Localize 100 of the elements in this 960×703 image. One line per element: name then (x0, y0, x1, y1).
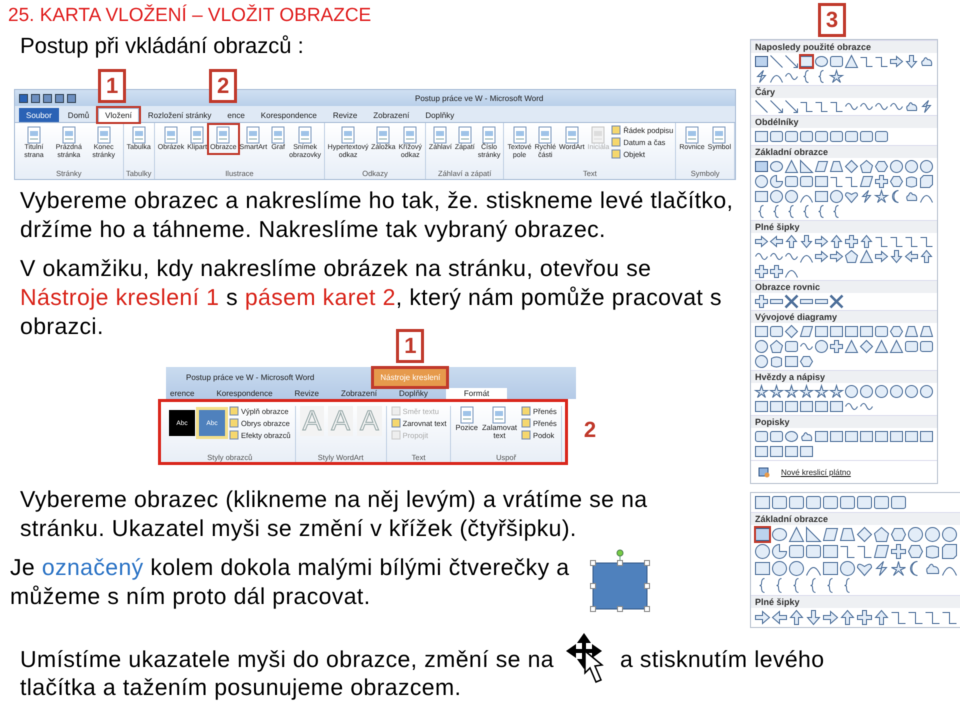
shape-icon[interactable] (875, 131, 888, 142)
shape-icon[interactable] (800, 356, 814, 367)
shape-icon[interactable] (815, 235, 828, 248)
shape-icon[interactable] (920, 431, 933, 442)
shape-icon[interactable] (772, 610, 787, 625)
shape-icon[interactable] (906, 102, 918, 111)
shape-icon[interactable] (785, 73, 798, 80)
shape-icon[interactable] (800, 255, 813, 263)
shape-icon[interactable] (754, 384, 770, 398)
shape-icon[interactable] (891, 561, 906, 576)
shape-icon[interactable] (892, 190, 899, 203)
ribbon-tab[interactable]: Doplňky (418, 108, 462, 122)
shape-icon[interactable] (830, 431, 843, 442)
shape-icon[interactable] (806, 610, 821, 626)
shape-icon[interactable] (755, 191, 768, 202)
shape-icon[interactable] (845, 131, 858, 142)
shape-icon[interactable] (874, 161, 888, 172)
shape-icon[interactable] (875, 175, 888, 188)
ribbon-tab[interactable]: Formát (446, 388, 508, 399)
shape-icon[interactable] (874, 339, 888, 353)
shape-icon[interactable] (789, 496, 804, 509)
shape-icon[interactable] (828, 68, 844, 83)
shape-icon[interactable] (905, 55, 918, 68)
ribbon-tab[interactable]: Soubor (19, 108, 59, 122)
shape-icon[interactable] (857, 610, 872, 625)
shape-icon[interactable] (755, 100, 768, 113)
shape-icon[interactable] (830, 177, 843, 187)
shape-icon[interactable] (800, 446, 813, 457)
shape-icon[interactable] (785, 401, 798, 412)
shape-icon[interactable] (814, 384, 830, 398)
shape-icon[interactable] (920, 341, 933, 352)
shape-icon[interactable] (788, 205, 794, 218)
shape-icon[interactable] (770, 253, 783, 260)
shape-icon[interactable] (830, 234, 843, 248)
shape-icon[interactable] (785, 270, 798, 278)
shape-icon[interactable] (890, 385, 903, 398)
shape-icon[interactable] (908, 612, 923, 624)
shape-icon[interactable] (921, 100, 932, 113)
shape-icon[interactable] (770, 235, 783, 248)
shape-icon[interactable] (755, 56, 768, 67)
shape-icon[interactable] (785, 446, 798, 457)
shape-icon[interactable] (815, 401, 828, 412)
shape-icon[interactable] (890, 528, 906, 541)
shape-icon[interactable] (890, 250, 903, 264)
shape-icon[interactable] (891, 496, 906, 509)
shape-icon[interactable] (770, 326, 783, 337)
shape-icon[interactable] (860, 176, 874, 187)
shape-icon[interactable] (770, 100, 783, 113)
shape-icon[interactable] (770, 340, 784, 353)
shape-icon[interactable] (857, 546, 872, 558)
shape-icon[interactable] (784, 384, 800, 398)
shape-icon[interactable] (828, 384, 844, 398)
shape-icon[interactable] (800, 195, 813, 203)
shape-icon[interactable] (776, 578, 782, 593)
shape-icon[interactable] (800, 176, 813, 187)
shape-icon[interactable] (875, 561, 888, 576)
shape-icon[interactable] (890, 176, 904, 187)
shape-icon[interactable] (920, 160, 933, 173)
shape-icon[interactable] (806, 496, 821, 509)
shape-icon[interactable] (755, 235, 768, 248)
shape-icon[interactable] (920, 237, 933, 247)
shape-icon[interactable] (925, 527, 940, 542)
shape-icon[interactable] (818, 205, 824, 218)
shape-icon[interactable] (920, 175, 933, 188)
shape-icon[interactable] (908, 527, 923, 542)
shape-icon[interactable] (770, 55, 783, 68)
shape-icon[interactable] (860, 403, 873, 410)
ribbon-tab[interactable]: Zobrazení (336, 388, 381, 399)
shape-icon[interactable] (773, 205, 779, 218)
shape-icon[interactable] (874, 545, 890, 558)
shape-icon[interactable] (840, 528, 856, 541)
shape-icon[interactable] (800, 299, 813, 304)
shape-icon[interactable] (785, 341, 798, 352)
shape-icon[interactable] (800, 235, 813, 248)
shape-icon[interactable] (755, 355, 768, 368)
shape-icon[interactable] (815, 191, 828, 202)
shape-icon[interactable] (770, 401, 783, 412)
shape-icon[interactable] (830, 401, 843, 412)
shape-icon[interactable] (815, 250, 828, 263)
shape-icon[interactable] (845, 192, 858, 203)
shape-icon[interactable] (755, 265, 768, 278)
shape-icon[interactable] (823, 610, 838, 625)
shape-icon[interactable] (860, 234, 873, 248)
shape-icon[interactable] (857, 496, 872, 509)
shape-icon[interactable] (920, 250, 933, 263)
shape-icon[interactable] (755, 295, 768, 308)
shape-icon[interactable] (890, 103, 903, 110)
shape-icon[interactable] (926, 546, 939, 558)
shape-icon[interactable] (803, 70, 809, 83)
shape-icon[interactable] (845, 326, 858, 337)
shape-icon[interactable] (815, 176, 828, 187)
shape-icon[interactable] (875, 431, 888, 442)
ribbon-tab[interactable]: Vložení (98, 108, 139, 122)
shape-icon[interactable] (860, 103, 873, 110)
ribbon-tab[interactable]: Zobrazení (366, 108, 416, 122)
shape-icon[interactable] (758, 205, 764, 218)
shape-icon[interactable] (942, 527, 957, 542)
shape-icon[interactable] (772, 496, 787, 509)
shape-icon[interactable] (755, 544, 770, 559)
shape-icon[interactable] (845, 385, 858, 398)
